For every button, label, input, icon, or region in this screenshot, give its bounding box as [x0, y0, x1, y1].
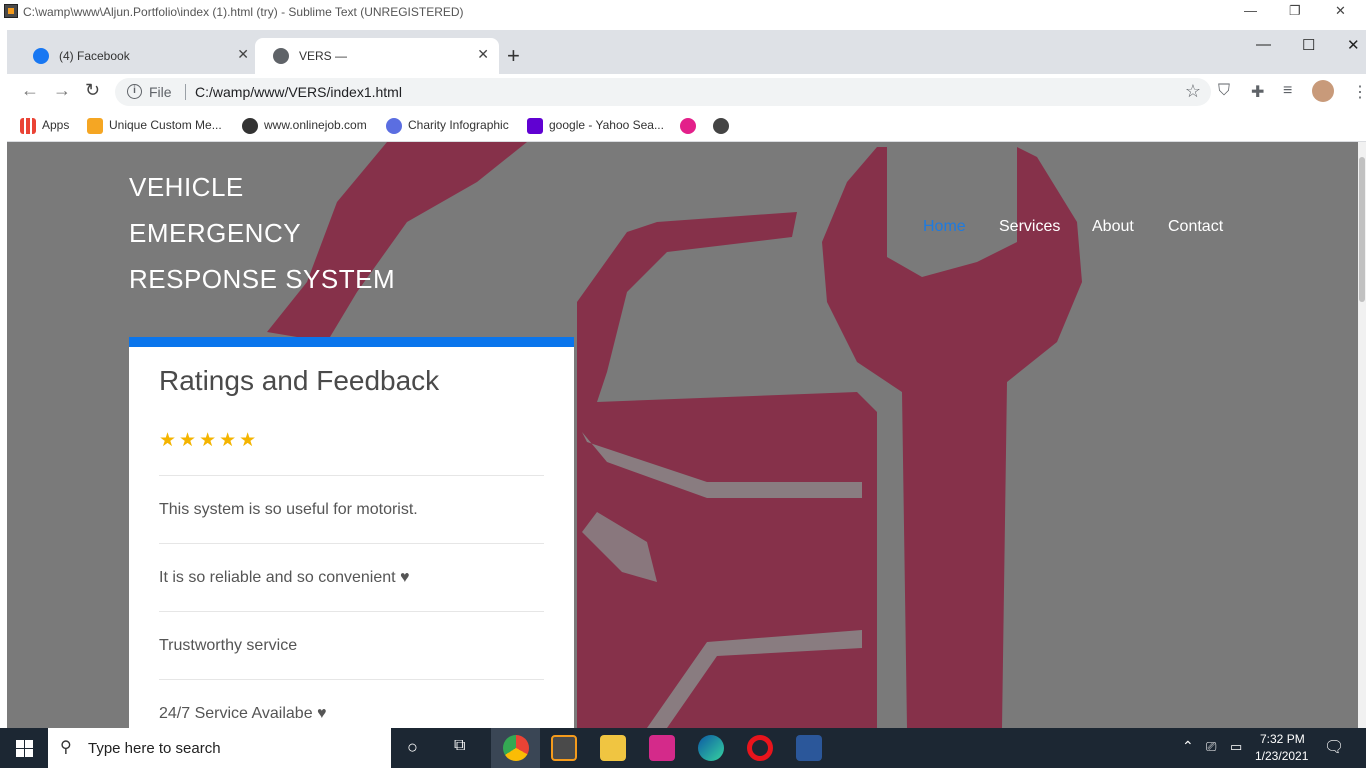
nav-services[interactable]: Services — [999, 218, 1060, 236]
clock-time[interactable]: 7:32 PM — [1260, 732, 1305, 746]
taskbar-search-box[interactable]: ⚲ Type here to search — [48, 728, 391, 768]
bookmarks-bar: Apps Unique Custom Me... www.onlinejob.c… — [7, 110, 1366, 142]
file-explorer-icon[interactable] — [600, 735, 626, 761]
m-round-icon — [680, 118, 696, 134]
reload-icon[interactable]: ↻ — [85, 80, 100, 101]
tab-facebook[interactable]: (4) Facebook ✕ — [15, 38, 259, 74]
close-tab-icon[interactable]: ✕ — [477, 46, 489, 63]
media-control-icon[interactable]: ≡ — [1283, 82, 1292, 100]
bookmark-onlinejob[interactable]: www.onlinejob.com — [242, 118, 367, 134]
extensions-puzzle-icon[interactable]: ✚ — [1251, 82, 1264, 102]
close-window-icon[interactable]: ✕ — [1347, 36, 1360, 54]
browser-toolbar: ← → ↻ i File C:/wamp/www/VERS/index1.htm… — [7, 74, 1366, 110]
feedback-item: 24/7 Service Availabe ♥ — [159, 679, 544, 728]
nav-about[interactable]: About — [1092, 218, 1134, 236]
address-bar[interactable]: i File C:/wamp/www/VERS/index1.html ☆ — [115, 78, 1211, 106]
scheme-label: File — [149, 84, 172, 100]
feedback-item: Trustworthy service — [159, 611, 544, 679]
brand-line: EMERGENCY — [129, 218, 302, 248]
brand-line: VEHICLE — [129, 172, 244, 202]
bookmark-star-icon[interactable]: ☆ — [1185, 81, 1201, 102]
chrome-taskbar-icon[interactable] — [503, 735, 529, 761]
bookmark-yahoo[interactable]: google - Yahoo Sea... — [527, 118, 664, 134]
clock-date[interactable]: 1/23/2021 — [1255, 749, 1308, 763]
url-text[interactable]: C:/wamp/www/VERS/index1.html — [195, 84, 402, 100]
bookmark-charity[interactable]: Charity Infographic — [386, 118, 509, 134]
cortana-icon[interactable]: ○ — [407, 737, 418, 758]
windows-start-icon[interactable] — [16, 740, 33, 757]
word-taskbar-icon[interactable] — [796, 735, 822, 761]
search-placeholder: Type here to search — [88, 740, 221, 757]
forward-icon[interactable]: → — [53, 80, 71, 101]
sublime-restore-icon[interactable]: ❐ — [1289, 3, 1301, 19]
chrome-window: (4) Facebook ✕ VERS — ✕ + — ☐ ✕ ← → ↻ i … — [7, 30, 1366, 728]
star-rating: ★★★★★ — [159, 430, 260, 451]
shield-extension-icon[interactable]: ⛉ — [1218, 82, 1230, 100]
divider — [185, 84, 186, 100]
page-viewport: VEHICLE EMERGENCY RESPONSE SYSTEM Home S… — [7, 142, 1366, 728]
bookmark-apps[interactable]: Apps — [20, 118, 69, 134]
sublime-taskbar-icon[interactable] — [551, 735, 577, 761]
sublime-title-bar: C:\wamp\www\Aljun.Portfolio\index (1).ht… — [0, 0, 1366, 24]
back-icon[interactable]: ← — [21, 80, 39, 101]
feedback-item: This system is so useful for motorist. — [159, 475, 544, 543]
nav-home[interactable]: Home — [923, 218, 966, 236]
task-view-icon[interactable]: ⧉ — [454, 737, 465, 755]
sublime-minimize-icon[interactable]: — — [1244, 3, 1257, 18]
new-tab-button[interactable]: + — [507, 43, 520, 69]
device-icon[interactable]: ⎚ — [1206, 739, 1216, 755]
tab-label: VERS — — [299, 49, 348, 63]
apps-grid-icon — [20, 118, 36, 134]
onlinejob-icon — [242, 118, 258, 134]
maximize-icon[interactable]: ☐ — [1302, 36, 1315, 54]
canva-icon — [386, 118, 402, 134]
windows-taskbar: ⚲ Type here to search ○ ⧉ ⌃ ⎚ ▭ 7:32 PM … — [0, 728, 1366, 768]
sublime-window-title: C:\wamp\www\Aljun.Portfolio\index (1).ht… — [23, 5, 464, 19]
bookmark-misc[interactable] — [680, 118, 702, 134]
site-brand[interactable]: VEHICLE EMERGENCY RESPONSE SYSTEM — [129, 164, 395, 302]
facebook-icon — [33, 48, 49, 64]
chevron-up-icon[interactable]: ⌃ — [1182, 738, 1194, 755]
brand-line: RESPONSE SYSTEM — [129, 264, 396, 294]
menu-icon[interactable]: ⋮ — [1352, 82, 1366, 102]
nav-contact[interactable]: Contact — [1168, 218, 1223, 236]
m-logo-icon — [87, 118, 103, 134]
tab-vers[interactable]: VERS — ✕ — [255, 38, 499, 74]
close-tab-icon[interactable]: ✕ — [237, 46, 249, 63]
m-app-taskbar-icon[interactable] — [649, 735, 675, 761]
globe-icon — [713, 118, 729, 134]
notification-icon[interactable]: 🗨 — [1324, 737, 1344, 757]
card-title: Ratings and Feedback — [159, 365, 440, 396]
battery-icon[interactable]: ▭ — [1230, 739, 1242, 755]
globe-icon — [273, 48, 289, 64]
yahoo-icon — [527, 118, 543, 134]
sublime-close-icon[interactable]: ✕ — [1335, 3, 1346, 19]
bookmark-unique[interactable]: Unique Custom Me... — [87, 118, 222, 134]
ratings-card: Ratings and Feedback ★★★★★ This system i… — [129, 337, 574, 728]
page-scrollbar[interactable] — [1358, 142, 1366, 728]
tab-label: (4) Facebook — [59, 49, 130, 63]
info-icon[interactable]: i — [127, 84, 142, 99]
sublime-app-icon — [4, 4, 18, 18]
opera-taskbar-icon[interactable] — [747, 735, 773, 761]
scrollbar-thumb[interactable] — [1359, 157, 1365, 302]
edge-taskbar-icon[interactable] — [698, 735, 724, 761]
feedback-item: It is so reliable and so convenient ♥ — [159, 543, 544, 611]
search-icon: ⚲ — [60, 739, 72, 756]
profile-avatar[interactable] — [1312, 80, 1334, 102]
minimize-icon[interactable]: — — [1256, 36, 1271, 53]
tab-strip: (4) Facebook ✕ VERS — ✕ + — ☐ ✕ — [7, 30, 1366, 74]
bookmark-globe[interactable] — [713, 118, 735, 134]
